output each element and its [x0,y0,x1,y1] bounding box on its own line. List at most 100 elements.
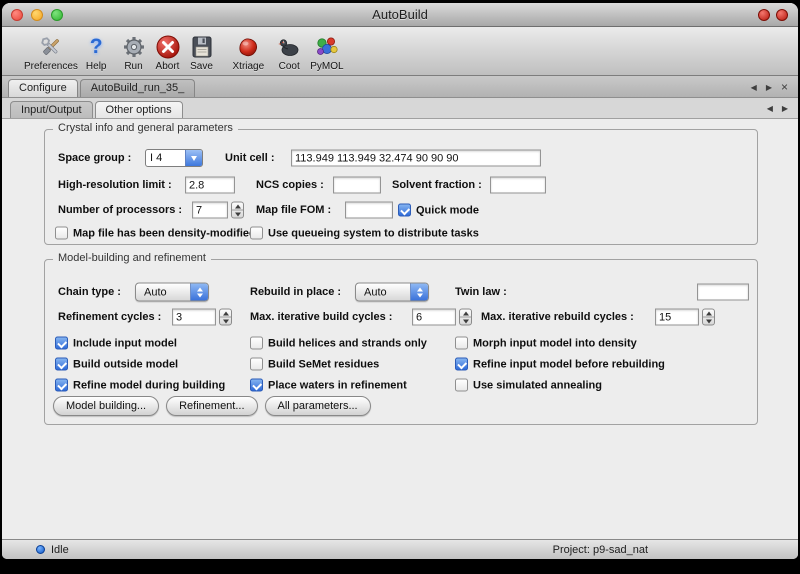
toolbar-button-save[interactable]: Save [189,33,215,72]
checkbox-box[interactable] [455,379,468,392]
autobuild-window: AutoBuild Preferences ? Help [2,3,798,559]
build-cycles-input[interactable] [412,309,456,326]
rebuild-cycles-stepper[interactable] [702,309,715,326]
toolbar-button-preferences[interactable]: Preferences [24,33,78,72]
unit-cell-input[interactable] [291,150,541,167]
save-floppy-icon [189,33,215,60]
refine-before-rebuild-checkbox[interactable]: Refine input model before rebuilding [455,358,665,371]
stepper-down-icon[interactable] [460,318,471,325]
ncs-copies-input[interactable] [333,177,381,194]
crystal-row-3: Number of processors : Map file FOM : Qu… [45,201,757,219]
refinement-button[interactable]: Refinement... [166,396,257,416]
checkbox-label: Refine input model before rebuilding [473,358,665,370]
rebuild-in-place-popup[interactable]: Auto [355,283,429,302]
titlebar-red-badge-icon[interactable] [776,9,788,21]
build-helices-checkbox[interactable]: Build helices and strands only [250,337,427,350]
stepper-down-icon[interactable] [220,318,231,325]
model-checkbox-row-1: Include input model Build helices and st… [45,335,757,351]
build-outside-model-checkbox[interactable]: Build outside model [55,358,178,371]
place-waters-checkbox[interactable]: Place waters in refinement [250,379,407,392]
toolbar-button-run[interactable]: Run [121,33,147,72]
title-bar[interactable]: AutoBuild [2,3,798,27]
checkbox-box[interactable] [398,204,411,217]
popup-arrows-icon [410,284,428,301]
toolbar-label: Xtriage [233,61,265,72]
map-fom-input[interactable] [345,202,393,219]
toolbar-button-xtriage[interactable]: Xtriage [233,33,265,72]
stepper-down-icon[interactable] [703,318,714,325]
twin-law-input[interactable] [697,284,749,301]
build-cycles-label: Max. iterative build cycles : [250,311,392,323]
tab-next-icon[interactable]: ▶ [782,105,788,113]
refine-during-building-checkbox[interactable]: Refine model during building [55,379,225,392]
checkbox-box[interactable] [250,379,263,392]
morph-model-checkbox[interactable]: Morph input model into density [455,337,637,350]
chain-type-popup[interactable]: Auto [135,283,209,302]
checkbox-box[interactable] [250,337,263,350]
refinement-cycles-stepper[interactable] [219,309,232,326]
simulated-annealing-checkbox[interactable]: Use simulated annealing [455,379,602,392]
stepper-up-icon[interactable] [703,310,714,318]
rebuild-cycles-input[interactable] [655,309,699,326]
checkbox-box[interactable] [250,227,263,240]
model-buttons-row: Model building... Refinement... All para… [53,396,371,416]
crystal-section-title: Crystal info and general parameters [53,122,238,134]
close-window-button[interactable] [11,9,23,21]
processors-input[interactable] [192,202,228,219]
stepper-down-icon[interactable] [232,211,243,218]
checkbox-box[interactable] [55,379,68,392]
checkbox-label: Quick mode [416,204,479,216]
crystal-row-2: High-resolution limit : NCS copies : Sol… [45,176,757,194]
window-title: AutoBuild [2,7,798,22]
tab-other-options[interactable]: Other options [95,101,183,118]
titlebar-red-badge-icon[interactable] [758,9,770,21]
secondary-tab-nav: ◀ ▶ [767,105,788,118]
status-bar: Idle Project: p9-sad_nat [2,539,798,559]
toolbar-button-help[interactable]: ? Help [86,33,107,72]
toolbar-button-pymol[interactable]: PyMOL [310,33,343,72]
stepper-up-icon[interactable] [220,310,231,318]
status-indicator-icon [36,545,45,554]
model-building-button[interactable]: Model building... [53,396,159,416]
build-cycles-stepper[interactable] [459,309,472,326]
zoom-window-button[interactable] [51,9,63,21]
include-input-model-checkbox[interactable]: Include input model [55,337,177,350]
tab-close-icon[interactable]: × [781,83,788,92]
checkbox-label: Refine model during building [73,379,225,391]
toolbar-button-coot[interactable]: Coot [276,33,302,72]
minimize-window-button[interactable] [31,9,43,21]
space-group-label: Space group : [58,152,131,164]
tab-input-output[interactable]: Input/Output [10,101,93,118]
dropdown-arrow-icon[interactable] [185,150,202,166]
refinement-cycles-input[interactable] [172,309,216,326]
tab-next-icon[interactable]: ▶ [766,84,772,92]
checkbox-box[interactable] [55,358,68,371]
quick-mode-checkbox[interactable]: Quick mode [398,204,479,217]
checkbox-box[interactable] [55,337,68,350]
rebuild-cycles-label: Max. iterative rebuild cycles : [481,311,634,323]
stepper-up-icon[interactable] [460,310,471,318]
checkbox-box[interactable] [455,337,468,350]
tab-configure[interactable]: Configure [8,79,78,97]
stepper-up-icon[interactable] [232,203,243,211]
tab-prev-icon[interactable]: ◀ [751,84,757,92]
tab-autobuild-run[interactable]: AutoBuild_run_35_ [80,79,196,97]
all-parameters-button[interactable]: All parameters... [265,396,371,416]
space-group-combo[interactable]: I 4 [145,149,203,167]
build-semet-checkbox[interactable]: Build SeMet residues [250,358,379,371]
density-modified-checkbox[interactable]: Map file has been density-modified [55,227,256,240]
space-group-value: I 4 [146,150,185,166]
model-building-section: Model-building and refinement Chain type… [44,259,758,425]
checkbox-label: Place waters in refinement [268,379,407,391]
queueing-checkbox[interactable]: Use queueing system to distribute tasks [250,227,479,240]
checkbox-box[interactable] [55,227,68,240]
tab-prev-icon[interactable]: ◀ [767,105,773,113]
processors-stepper[interactable] [231,202,244,219]
toolbar-button-abort[interactable]: Abort [155,33,181,72]
model-checkbox-row-3: Refine model during building Place water… [45,377,757,393]
crystal-row-4: Map file has been density-modified Use q… [45,225,757,241]
checkbox-box[interactable] [455,358,468,371]
checkbox-box[interactable] [250,358,263,371]
high-res-input[interactable] [185,177,235,194]
solvent-fraction-input[interactable] [490,177,546,194]
